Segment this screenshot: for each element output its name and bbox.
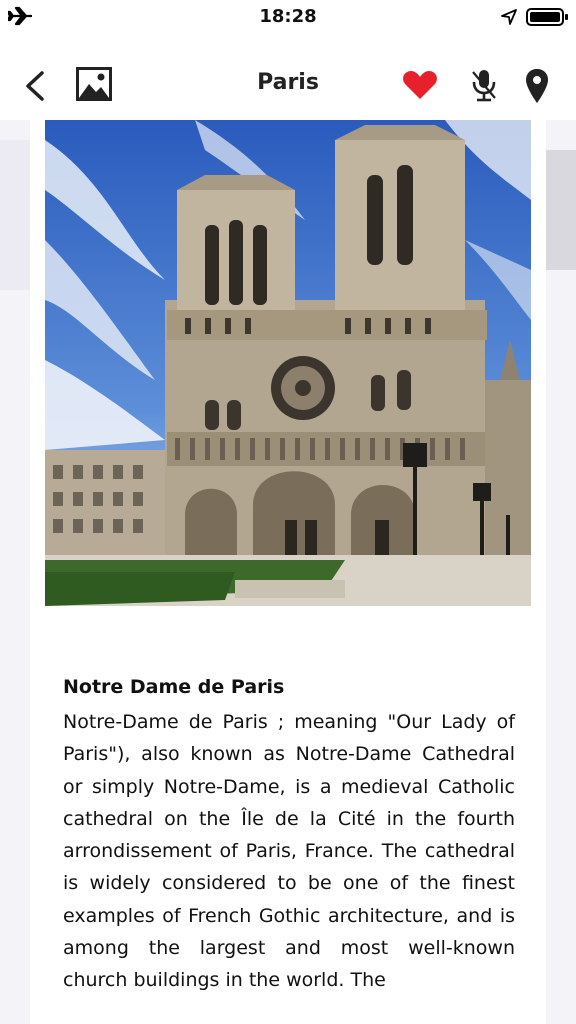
microphone-icon[interactable] bbox=[470, 68, 498, 102]
status-bar: 18:28 bbox=[0, 0, 576, 34]
heart-icon[interactable] bbox=[402, 70, 438, 100]
map-pin-icon[interactable] bbox=[524, 68, 550, 104]
back-chevron-icon[interactable] bbox=[22, 70, 48, 102]
next-card-peek[interactable] bbox=[546, 120, 576, 1024]
status-time: 18:28 bbox=[259, 6, 317, 27]
navigation-bar: Paris bbox=[0, 34, 576, 121]
page-title: Paris bbox=[257, 70, 319, 95]
battery-icon bbox=[526, 7, 570, 27]
location-arrow-icon bbox=[500, 8, 518, 26]
cathedral-photo bbox=[45, 120, 531, 606]
image-gallery-icon[interactable] bbox=[76, 67, 112, 101]
place-card: Notre Dame de Paris Notre-Dame de Paris … bbox=[30, 120, 546, 1024]
article-title: Notre Dame de Paris bbox=[63, 676, 285, 698]
article-body: Notre-Dame de Paris ; meaning "Our Lady … bbox=[63, 711, 515, 992]
previous-card-peek[interactable] bbox=[0, 120, 30, 1024]
